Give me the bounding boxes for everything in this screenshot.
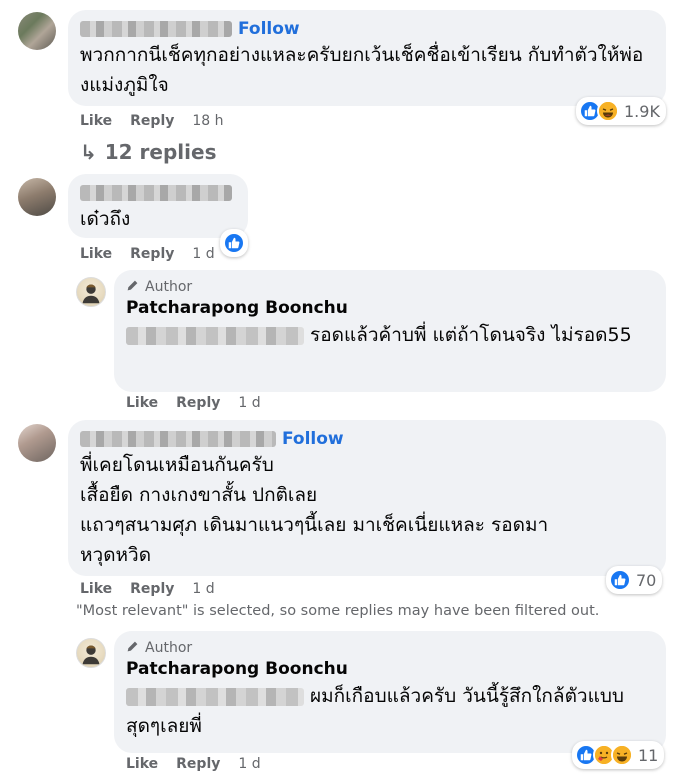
timestamp[interactable]: 1 d <box>238 756 260 772</box>
reaction-count: 1.9K <box>624 101 660 121</box>
comment-line: แถวๆสนามศุภ เดินมาแนวๆนี้เลย มาเช็คเนี่ย… <box>80 514 549 536</box>
avatar[interactable] <box>18 12 56 50</box>
like-icon <box>609 569 631 591</box>
comment-text-content: รอดแล้วค้าบพี่ แต่ถ้าโดนจริง ไม่รอด55 <box>310 324 632 346</box>
reply-bubble: Author Patcharapong Boonchu รอดแล้วค้าบพ… <box>114 270 666 392</box>
author-name[interactable]: Patcharapong Boonchu <box>126 657 654 681</box>
reply-arrow-icon: ↳ <box>80 140 97 164</box>
timestamp[interactable]: 1 d <box>192 581 214 597</box>
reaction-summary[interactable]: 1.9K <box>576 97 666 125</box>
haha-icon <box>611 744 633 766</box>
follow-button[interactable]: Follow <box>238 19 300 39</box>
blurred-commenter-name <box>80 431 276 447</box>
comment-text: เด๋วถึง <box>80 208 131 230</box>
reaction-summary[interactable] <box>220 229 248 257</box>
timestamp[interactable]: 1 d <box>238 395 260 411</box>
like-icon <box>223 232 245 254</box>
comment-actions: Like Reply 1 d <box>80 246 215 262</box>
comment-line: พี่เคยโดนเหมือนกันครับ <box>80 454 274 476</box>
reaction-count: 70 <box>636 570 657 590</box>
like-button[interactable]: Like <box>80 246 112 262</box>
author-name[interactable]: Patcharapong Boonchu <box>126 296 654 320</box>
blurred-commenter-name <box>80 185 232 201</box>
comment-actions: Like Reply 1 d <box>126 756 261 772</box>
reaction-summary[interactable]: 11 <box>572 741 665 769</box>
author-badge: Author <box>126 278 654 296</box>
comment-actions: Like Reply 1 d <box>126 395 261 411</box>
replies-count-label: 12 replies <box>104 140 217 164</box>
haha-icon <box>597 100 619 122</box>
author-avatar[interactable] <box>76 638 106 668</box>
pencil-icon <box>126 279 139 296</box>
comment-text: พวกกากนีเช็คทุกอย่างแหละครับยกเว้นเช็คชื… <box>80 44 644 96</box>
blurred-commenter-name <box>80 21 232 37</box>
filter-notice: "Most relevant" is selected, so some rep… <box>76 603 600 619</box>
avatar[interactable] <box>18 424 56 462</box>
like-button[interactable]: Like <box>126 395 158 411</box>
reaction-summary[interactable]: 70 <box>606 566 663 594</box>
comment-line: เสื้อยืด กางเกงขาสั้น ปกติเลย <box>80 484 318 506</box>
follow-button[interactable]: Follow <box>282 429 344 449</box>
timestamp[interactable]: 1 d <box>192 246 214 262</box>
author-badge-label: Author <box>145 640 193 656</box>
like-button[interactable]: Like <box>126 756 158 772</box>
pencil-icon <box>126 640 139 657</box>
author-avatar[interactable] <box>76 277 106 307</box>
blurred-mention <box>126 326 304 345</box>
timestamp[interactable]: 18 h <box>192 113 223 129</box>
comment-actions: Like Reply 18 h <box>80 113 224 129</box>
blurred-mention <box>126 687 304 706</box>
comment-bubble: Follow พวกกากนีเช็คทุกอย่างแหละครับยกเว้… <box>68 10 666 106</box>
comment-bubble: เด๋วถึง <box>68 174 248 238</box>
reply-button[interactable]: Reply <box>176 756 220 772</box>
reply-button[interactable]: Reply <box>130 581 174 597</box>
comment-actions: Like Reply 1 d <box>80 581 215 597</box>
reply-button[interactable]: Reply <box>130 113 174 129</box>
like-button[interactable]: Like <box>80 581 112 597</box>
author-badge: Author <box>126 639 654 657</box>
reply-bubble: Author Patcharapong Boonchu ผมก็เกือบแล้… <box>114 631 666 753</box>
avatar[interactable] <box>18 178 56 216</box>
like-button[interactable]: Like <box>80 113 112 129</box>
reply-button[interactable]: Reply <box>176 395 220 411</box>
comment-text: รอดแล้วค้าบพี่ แต่ถ้าโดนจริง ไม่รอด55 <box>126 320 646 350</box>
reaction-count: 11 <box>638 745 659 765</box>
comment-line: หวุดหวิด <box>80 544 152 566</box>
reply-button[interactable]: Reply <box>130 246 174 262</box>
author-badge-label: Author <box>145 279 193 295</box>
comment-text: ผมก็เกือบแล้วครับ วันนี้รู้สึกใกล้ตัวแบบ… <box>126 681 646 741</box>
view-replies-link[interactable]: ↳ 12 replies <box>80 140 216 164</box>
comment-bubble: Follow พี่เคยโดนเหมือนกันครับ เสื้อยืด ก… <box>68 420 666 576</box>
